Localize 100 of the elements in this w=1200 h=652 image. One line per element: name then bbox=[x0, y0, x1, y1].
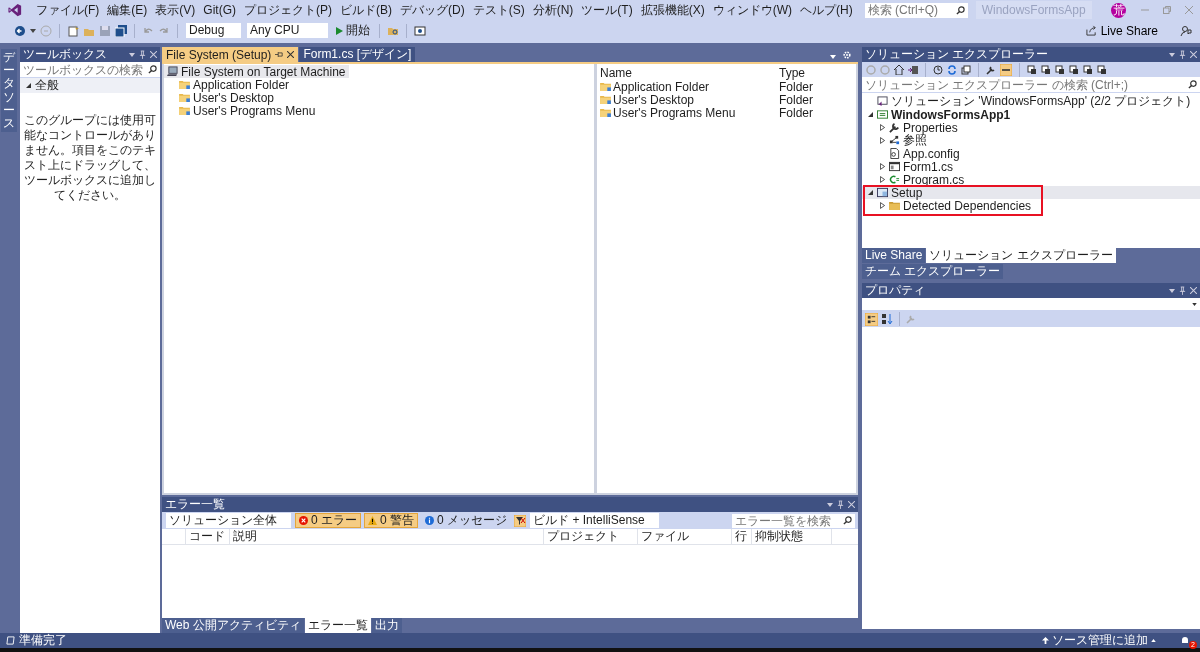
tree-item[interactable]: 参照 bbox=[862, 134, 1200, 147]
view-tool-icon[interactable] bbox=[1097, 64, 1107, 75]
filter-icon[interactable] bbox=[514, 514, 527, 527]
dropdown-caret-icon[interactable] bbox=[827, 502, 833, 507]
column-header[interactable]: 行 bbox=[732, 529, 752, 544]
document-tab[interactable]: File System (Setup) bbox=[162, 47, 299, 62]
expanded-arrow-icon[interactable] bbox=[867, 190, 873, 195]
switch-views-icon[interactable] bbox=[908, 64, 918, 75]
clock-icon[interactable] bbox=[933, 64, 943, 75]
search-field[interactable]: 検索 (Ctrl+Q) bbox=[864, 2, 968, 18]
menu-item[interactable]: プロジェクト(P) bbox=[240, 1, 336, 19]
view-tool-icon[interactable] bbox=[1083, 64, 1093, 75]
column-header[interactable]: Type bbox=[775, 66, 805, 80]
group-header[interactable]: 全般 bbox=[35, 77, 59, 94]
new-project-icon[interactable] bbox=[67, 24, 79, 37]
source-control-button[interactable]: ソース管理に追加 bbox=[1036, 631, 1162, 650]
column-header[interactable]: 説明 bbox=[230, 529, 544, 544]
data-sources-tab[interactable]: データソース bbox=[1, 49, 17, 133]
home-icon[interactable] bbox=[894, 64, 904, 75]
column-header[interactable]: ファイル bbox=[638, 529, 732, 544]
save-all-icon[interactable] bbox=[115, 24, 127, 37]
menu-item[interactable]: ファイル(F) bbox=[32, 1, 104, 19]
menu-item[interactable]: ビルド(B) bbox=[336, 1, 396, 19]
menu-item[interactable]: 表示(V) bbox=[151, 1, 200, 19]
tree-item[interactable]: Detected Dependencies bbox=[862, 199, 1200, 212]
panel-tab[interactable]: チーム エクスプローラー bbox=[862, 264, 1004, 279]
collapsed-arrow-icon[interactable] bbox=[879, 202, 885, 209]
back-icon[interactable] bbox=[14, 24, 26, 37]
filter-button[interactable]: 0 メッセージ bbox=[421, 513, 512, 528]
live-share-button[interactable]: Live Share bbox=[1079, 22, 1164, 39]
list-item[interactable]: User's Programs Menu bbox=[597, 105, 775, 120]
settings-icon[interactable] bbox=[843, 51, 851, 59]
collapse-all-icon[interactable] bbox=[961, 64, 971, 75]
tree-item[interactable]: User's Desktop bbox=[164, 91, 277, 104]
dropdown-caret-icon[interactable] bbox=[1169, 288, 1175, 293]
dropdown-caret-icon[interactable] bbox=[129, 52, 135, 57]
tree-item[interactable]: Program.cs bbox=[862, 173, 1200, 186]
view-tool-icon[interactable] bbox=[1069, 64, 1079, 75]
filter-button[interactable]: 0 エラー bbox=[295, 513, 361, 528]
feedback-icon[interactable] bbox=[1180, 24, 1192, 37]
panel-tab[interactable]: ソリューション エクスプローラー bbox=[926, 248, 1116, 263]
menu-item[interactable]: ウィンドウ(W) bbox=[708, 1, 796, 19]
column-header[interactable]: Name bbox=[597, 66, 775, 80]
tree-item[interactable]: Properties bbox=[862, 121, 1200, 134]
menu-item[interactable]: 拡張機能(X) bbox=[636, 1, 709, 19]
collapsed-arrow-icon[interactable] bbox=[879, 137, 885, 144]
scope-dropdown[interactable]: ソリューション全体 bbox=[165, 512, 292, 529]
setup-project-icon bbox=[877, 187, 888, 198]
collapsed-arrow-icon[interactable] bbox=[879, 163, 885, 170]
categorized-icon[interactable] bbox=[865, 312, 878, 326]
tree-item[interactable]: Form1.cs bbox=[862, 160, 1200, 173]
menu-item[interactable]: 分析(N) bbox=[528, 1, 578, 19]
panel-tab[interactable]: Live Share bbox=[862, 248, 926, 263]
menu-item[interactable]: ヘルプ(H) bbox=[796, 1, 857, 19]
tree-item[interactable]: File System on Target Machine bbox=[164, 65, 349, 78]
tree-item[interactable]: Setup bbox=[862, 186, 1200, 199]
column-header[interactable]: 抑制状態 bbox=[752, 529, 832, 544]
view-tool-icon[interactable] bbox=[1055, 64, 1065, 75]
column-header[interactable]: コード bbox=[186, 529, 230, 544]
close-icon[interactable] bbox=[287, 51, 295, 58]
filter-button[interactable]: 0 警告 bbox=[364, 513, 419, 528]
dropdown-caret-icon[interactable] bbox=[830, 55, 836, 59]
tree-item[interactable]: ソリューション 'WindowsFormsApp' (2/2 プロジェクト) bbox=[862, 95, 1200, 108]
pin-icon[interactable] bbox=[275, 51, 284, 58]
preview-toggle-icon[interactable] bbox=[1000, 63, 1012, 76]
column-header[interactable]: プロジェクト bbox=[544, 529, 638, 544]
start-button[interactable]: 開始 bbox=[333, 22, 372, 39]
dropdown-caret-icon[interactable] bbox=[30, 28, 36, 33]
solution-search-field[interactable]: ソリューション エクスプローラー の検索 (Ctrl+;) bbox=[862, 77, 1200, 93]
avatar[interactable]: 荒 bbox=[1111, 2, 1126, 18]
menu-item[interactable]: ツール(T) bbox=[577, 1, 637, 19]
panel-tab[interactable]: 出力 bbox=[371, 618, 402, 633]
tree-item[interactable]: App.config bbox=[862, 147, 1200, 160]
list-item[interactable]: Application Folder bbox=[597, 79, 775, 94]
menu-item[interactable]: 編集(E) bbox=[103, 1, 152, 19]
collapsed-arrow-icon[interactable] bbox=[879, 124, 885, 131]
panel-tab[interactable]: エラー一覧 bbox=[304, 618, 371, 633]
dropdown-caret-icon[interactable] bbox=[1169, 52, 1175, 57]
configuration-dropdown[interactable]: Debug bbox=[185, 22, 242, 39]
collapsed-arrow-icon[interactable] bbox=[879, 176, 885, 183]
toolbox-search-field[interactable]: ツールボックスの検索 bbox=[20, 62, 160, 78]
sort-alphabetical-icon[interactable] bbox=[881, 313, 893, 325]
tree-item[interactable]: User's Programs Menu bbox=[164, 104, 319, 117]
document-tab[interactable]: Form1.cs [デザイン] bbox=[299, 47, 416, 62]
platform-dropdown[interactable]: Any CPU bbox=[246, 22, 329, 39]
view-tool-icon[interactable] bbox=[1027, 64, 1037, 75]
tree-item[interactable]: Application Folder bbox=[164, 78, 293, 91]
error-search-field[interactable]: エラー一覧を検索 bbox=[732, 513, 855, 528]
menu-item[interactable]: デバッグ(D) bbox=[396, 1, 469, 19]
window-icon[interactable] bbox=[414, 24, 426, 37]
tree-item[interactable]: WindowsFormsApp1 bbox=[862, 108, 1200, 121]
view-tool-icon[interactable] bbox=[1041, 64, 1051, 75]
menu-item[interactable]: Git(G) bbox=[199, 3, 240, 17]
refresh-icon[interactable] bbox=[947, 64, 957, 75]
expanded-arrow-icon[interactable] bbox=[867, 112, 873, 117]
panel-tab[interactable]: Web 公開アクティビティ bbox=[162, 618, 304, 633]
wrench-icon[interactable] bbox=[986, 64, 996, 75]
build-source-dropdown[interactable]: ビルド + IntelliSense bbox=[529, 512, 660, 529]
menu-item[interactable]: テスト(S) bbox=[468, 1, 529, 19]
collapse-arrow-icon[interactable] bbox=[26, 83, 31, 88]
